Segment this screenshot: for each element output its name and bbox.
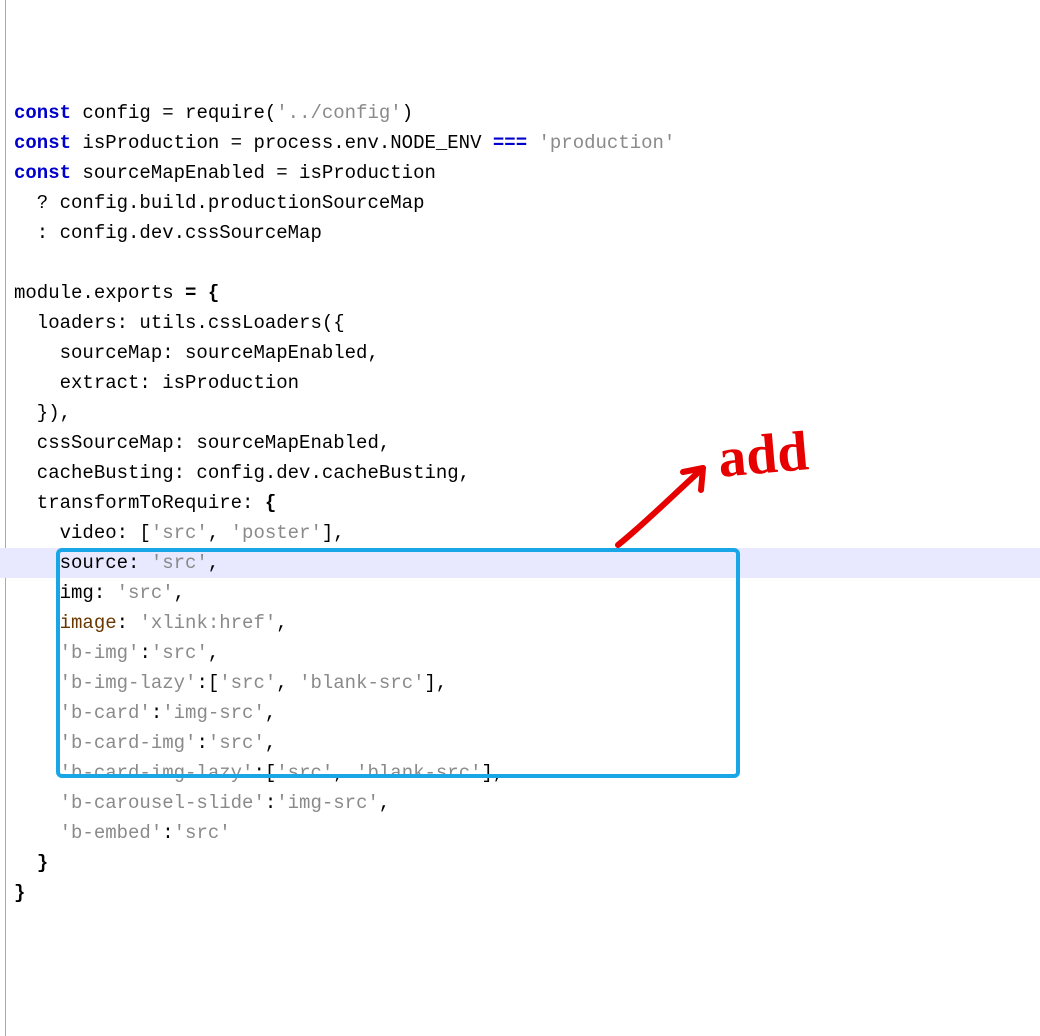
code-lines: const config = require('../config')const… (14, 98, 1040, 908)
code-line: loaders: utils.cssLoaders({ (14, 308, 1040, 338)
code-line: const config = require('../config') (14, 98, 1040, 128)
code-line: } (14, 878, 1040, 908)
code-line: 'b-card':'img-src', (14, 698, 1040, 728)
code-line: image: 'xlink:href', (14, 608, 1040, 638)
code-line: 'b-img':'src', (14, 638, 1040, 668)
code-line: cssSourceMap: sourceMapEnabled, (14, 428, 1040, 458)
code-line: source: 'src', (14, 548, 1040, 578)
code-line: }), (14, 398, 1040, 428)
fold-guide (0, 0, 6, 1036)
code-line: 'b-card-img-lazy':['src', 'blank-src'], (14, 758, 1040, 788)
code-line: extract: isProduction (14, 368, 1040, 398)
code-line: cacheBusting: config.dev.cacheBusting, (14, 458, 1040, 488)
code-line: const isProduction = process.env.NODE_EN… (14, 128, 1040, 158)
code-line: img: 'src', (14, 578, 1040, 608)
code-line (14, 248, 1040, 278)
code-editor: const config = require('../config')const… (0, 0, 1040, 1036)
code-line: transformToRequire: { (14, 488, 1040, 518)
code-line: 'b-embed':'src' (14, 818, 1040, 848)
code-line: : config.dev.cssSourceMap (14, 218, 1040, 248)
code-line: module.exports = { (14, 278, 1040, 308)
code-line: 'b-img-lazy':['src', 'blank-src'], (14, 668, 1040, 698)
code-line: const sourceMapEnabled = isProduction (14, 158, 1040, 188)
code-line: ? config.build.productionSourceMap (14, 188, 1040, 218)
code-line: } (14, 848, 1040, 878)
code-line: 'b-carousel-slide':'img-src', (14, 788, 1040, 818)
code-line: sourceMap: sourceMapEnabled, (14, 338, 1040, 368)
code-line: video: ['src', 'poster'], (14, 518, 1040, 548)
code-line: 'b-card-img':'src', (14, 728, 1040, 758)
